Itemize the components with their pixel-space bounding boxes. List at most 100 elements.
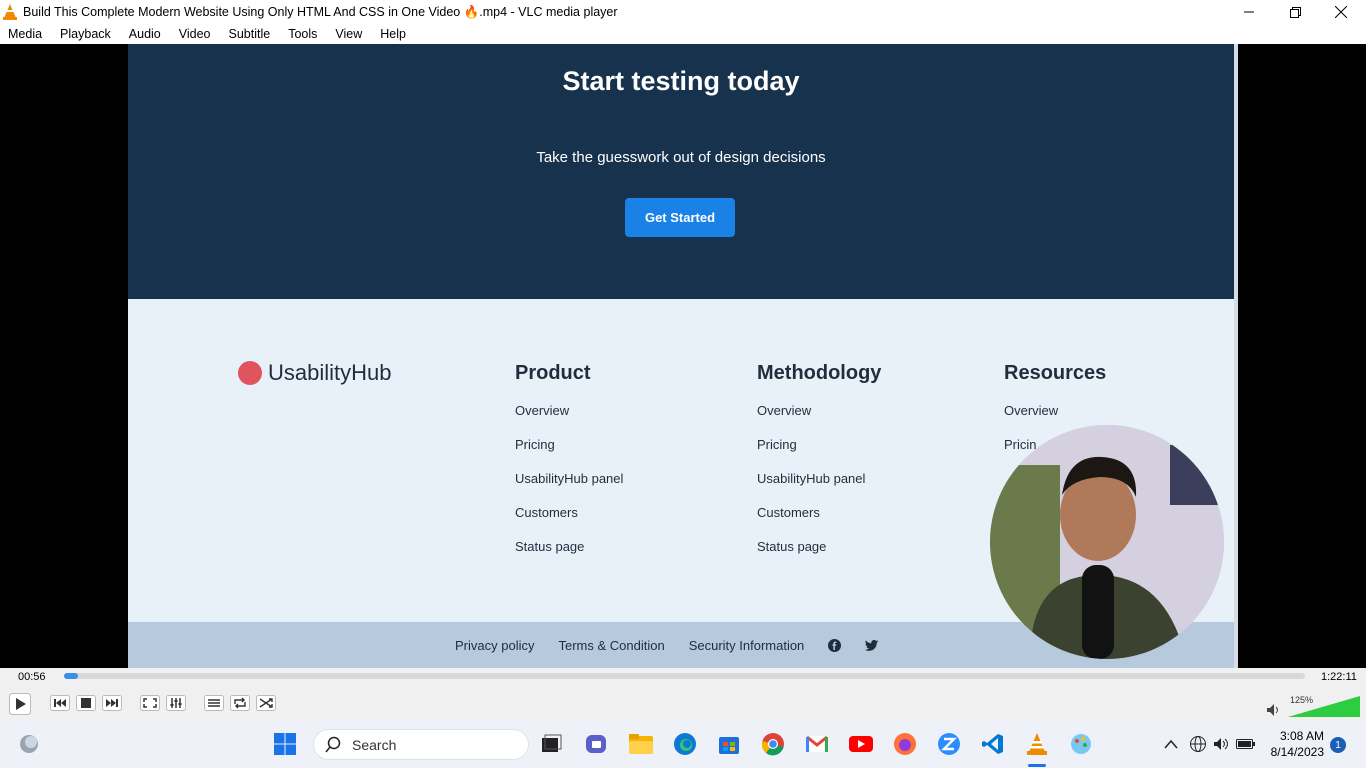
menu-audio[interactable]: Audio xyxy=(129,27,161,41)
title-bar: Build This Complete Modern Website Using… xyxy=(0,0,1366,24)
get-started-button: Get Started xyxy=(625,198,735,237)
footer-link: Overview xyxy=(757,403,812,418)
start-icon[interactable] xyxy=(272,731,298,757)
zoom-icon[interactable] xyxy=(936,731,962,757)
file-explorer-icon[interactable] xyxy=(628,731,654,757)
logo-text: UsabilityHub xyxy=(268,360,392,385)
chrome-icon[interactable] xyxy=(760,731,786,757)
menu-help[interactable]: Help xyxy=(380,27,406,41)
play-button[interactable] xyxy=(8,692,32,716)
vlc-cone-icon xyxy=(3,4,17,25)
stop-icon xyxy=(76,695,96,711)
extended-settings-button[interactable] xyxy=(165,692,187,714)
video-surface[interactable]: Start testing today Take the guesswork o… xyxy=(0,44,1366,668)
menu-view[interactable]: View xyxy=(335,27,362,41)
video-edge xyxy=(1234,44,1238,668)
seek-bar[interactable] xyxy=(64,673,1305,679)
close-icon xyxy=(1335,6,1347,18)
next-icon xyxy=(102,695,122,711)
webcam-overlay xyxy=(990,425,1224,659)
search-icon xyxy=(325,736,341,752)
menu-playback[interactable]: Playback xyxy=(60,27,111,41)
edge-icon[interactable] xyxy=(672,731,698,757)
player-controls: 00:56 1:22:11 125% xyxy=(0,668,1366,720)
youtube-icon[interactable] xyxy=(848,731,874,757)
footer-link: Status page xyxy=(757,539,827,554)
play-icon xyxy=(9,693,31,715)
fullscreen-button[interactable] xyxy=(139,692,161,714)
vscode-icon[interactable] xyxy=(980,731,1006,757)
column-heading: Resources xyxy=(1004,362,1107,384)
playlist-icon xyxy=(204,695,224,711)
loop-button[interactable] xyxy=(229,692,251,714)
footer-column-methodology: Methodology Overview Pricing UsabilityHu… xyxy=(757,362,881,573)
battery-icon[interactable] xyxy=(1233,731,1259,757)
footer-link: Pricing xyxy=(515,437,555,452)
window-title: Build This Complete Modern Website Using… xyxy=(23,5,618,19)
seek-progress xyxy=(64,673,78,679)
footer-link: UsabilityHub panel xyxy=(757,471,866,486)
paint-icon[interactable] xyxy=(1068,731,1094,757)
column-heading: Methodology xyxy=(757,362,882,384)
facebook-icon xyxy=(828,639,842,652)
menu-video[interactable]: Video xyxy=(179,27,211,41)
menu-tools[interactable]: Tools xyxy=(288,27,317,41)
playlist-button[interactable] xyxy=(203,692,225,714)
hero-subtitle: Take the guesswork out of design decisio… xyxy=(536,149,826,166)
footer-column-product: Product Overview Pricing UsabilityHub pa… xyxy=(515,362,623,573)
globe-icon[interactable] xyxy=(1185,731,1211,757)
store-icon[interactable] xyxy=(716,731,742,757)
firefox-icon[interactable] xyxy=(892,731,918,757)
search-placeholder: Search xyxy=(352,736,397,753)
system-clock[interactable]: 3:08 AM 8/14/2023 xyxy=(1268,728,1324,760)
hero-title: Start testing today xyxy=(562,66,800,96)
volume-tray-icon[interactable] xyxy=(1209,731,1235,757)
privacy-policy-link: Privacy policy xyxy=(455,638,535,653)
menu-bar: Media Playback Audio Video Subtitle Tool… xyxy=(0,24,1366,44)
terms-link: Terms & Condition xyxy=(558,638,665,653)
column-heading: Product xyxy=(515,362,591,384)
weather-icon[interactable] xyxy=(16,731,42,757)
restore-button[interactable] xyxy=(1272,0,1318,24)
footer-link: Customers xyxy=(515,505,578,520)
stop-button[interactable] xyxy=(75,692,97,714)
logo-mark-icon xyxy=(238,361,262,385)
usabilityhub-logo: UsabilityHub xyxy=(238,360,392,386)
shuffle-icon xyxy=(256,695,276,711)
footer-link: UsabilityHub panel xyxy=(515,471,624,486)
chevron-up-icon[interactable] xyxy=(1158,731,1184,757)
shuffle-button[interactable] xyxy=(255,692,277,714)
security-link: Security Information xyxy=(688,638,805,653)
elapsed-time: 00:56 xyxy=(18,671,46,683)
gmail-icon[interactable] xyxy=(804,731,830,757)
active-app-indicator xyxy=(1028,764,1046,767)
task-view-icon[interactable] xyxy=(538,731,564,757)
restore-icon xyxy=(1289,6,1301,18)
equalizer-icon xyxy=(166,695,186,711)
minimize-button[interactable] xyxy=(1226,0,1272,24)
taskbar-search[interactable]: Search xyxy=(313,729,529,760)
footer-link: Pricing xyxy=(757,437,797,452)
volume-slider[interactable] xyxy=(1288,696,1360,723)
loop-icon xyxy=(230,695,250,711)
total-time: 1:22:11 xyxy=(1321,671,1357,683)
hero-section: Start testing today Take the guesswork o… xyxy=(128,44,1234,299)
clock-time: 3:08 AM xyxy=(1279,729,1324,743)
notification-badge[interactable]: 1 xyxy=(1330,737,1346,753)
menu-media[interactable]: Media xyxy=(8,27,42,41)
twitter-icon xyxy=(865,640,879,651)
clock-date: 8/14/2023 xyxy=(1270,745,1324,759)
minimize-icon xyxy=(1244,11,1254,13)
vlc-taskbar-icon[interactable] xyxy=(1024,731,1050,757)
footer-link: Customers xyxy=(757,505,820,520)
previous-icon xyxy=(50,695,70,711)
teams-chat-icon[interactable] xyxy=(584,731,610,757)
fullscreen-icon xyxy=(140,695,160,711)
menu-subtitle[interactable]: Subtitle xyxy=(229,27,271,41)
footer-link: Overview xyxy=(515,403,570,418)
taskbar: Search 3:08 AM 8/14/2023 1 xyxy=(0,720,1366,768)
previous-button[interactable] xyxy=(49,692,71,714)
next-button[interactable] xyxy=(101,692,123,714)
close-button[interactable] xyxy=(1318,0,1364,24)
footer-link: Status page xyxy=(515,539,585,554)
